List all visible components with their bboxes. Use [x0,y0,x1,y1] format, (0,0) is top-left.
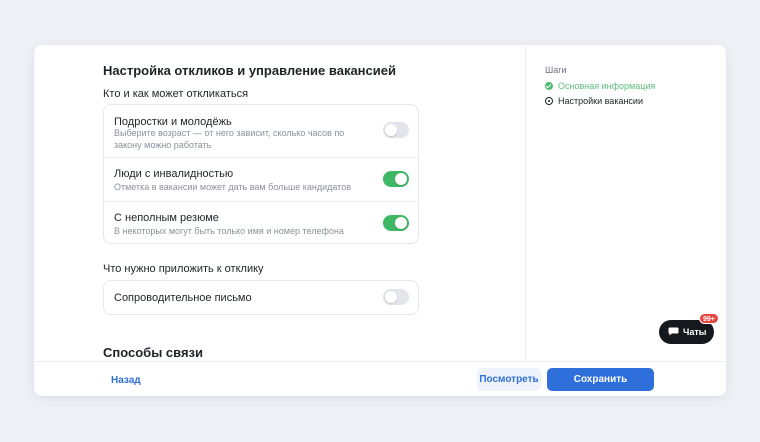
preview-button[interactable]: Посмотреть [477,368,541,391]
cover-letter-toggle[interactable] [383,289,409,305]
toggle-knob [395,217,407,229]
setting-description: Отметка в вакансии может дать вам больше… [114,182,351,192]
toggle-knob [385,124,397,136]
setting-title: Сопроводительное письмо [114,292,252,304]
attachments-label: Что нужно приложить к отклику [103,263,264,275]
setting-description: В некоторых могут быть только имя и номе… [114,226,344,236]
who-can-respond-label: Кто и как может откликаться [103,88,249,100]
setting-row-cover-letter: Сопроводительное письмо [104,281,418,314]
main-content: Настройка откликов и управление вакансие… [34,45,525,361]
step-label: Настройки вакансии [558,96,643,106]
setting-row-teenagers: Подростки и молодёжь Выберите возраст — … [104,105,418,157]
toggle-knob [385,291,397,303]
disabled-people-toggle[interactable] [383,171,409,187]
setting-row-incomplete-resume: С неполным резюме В некоторых могут быть… [104,201,418,243]
setting-title: С неполным резюме [114,212,219,224]
incomplete-resume-toggle[interactable] [383,215,409,231]
teenagers-toggle[interactable] [383,122,409,138]
divider [525,45,526,361]
contact-methods-title: Способы связи [103,345,204,360]
steps-title: Шаги [545,65,567,75]
attachments-group: Сопроводительное письмо [103,280,419,315]
page-title: Настройка откликов и управление вакансие… [103,63,396,78]
footer-bar: Назад Посмотреть Сохранить изменения [34,361,726,396]
setting-row-disabled-people: Люди с инвалидностью Отметка в вакансии … [104,157,418,201]
back-button[interactable]: Назад [111,375,141,386]
setting-description: Выберите возраст — от него зависит, скол… [114,128,345,150]
step-basic-info[interactable]: Основная информация [545,81,655,91]
who-can-respond-group: Подростки и молодёжь Выберите возраст — … [103,104,419,244]
save-changes-button[interactable]: Сохранить изменения [547,368,654,391]
radio-dot-icon [545,97,553,105]
chat-bubble-icon [668,327,679,336]
check-circle-icon [545,82,553,90]
setting-title: Люди с инвалидностью [114,168,234,180]
step-label: Основная информация [558,81,656,91]
vacancy-settings-card: Настройка откликов и управление вакансие… [34,45,726,396]
step-vacancy-settings[interactable]: Настройки вакансии [545,96,643,106]
unread-badge: 99+ [699,313,719,324]
toggle-knob [395,173,407,185]
chats-button[interactable]: Чаты 99+ [659,313,719,344]
